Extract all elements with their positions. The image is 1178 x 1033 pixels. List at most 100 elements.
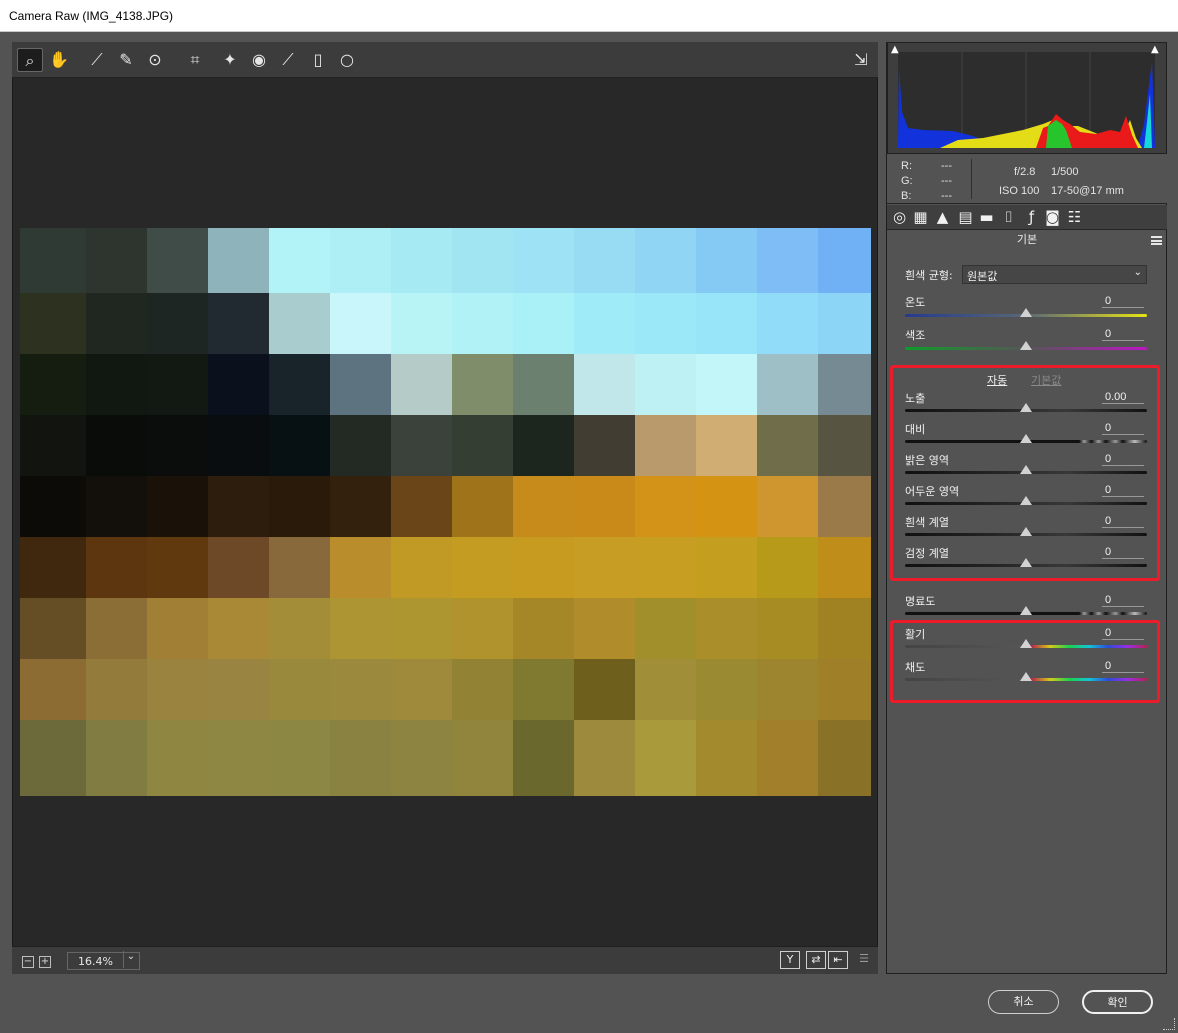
detail-tab-icon[interactable]: ▲ (934, 209, 951, 226)
photo-pixel-block (818, 720, 871, 796)
tone-curve-tab-icon[interactable]: ▦ (912, 209, 929, 226)
photo-pixel-block (86, 228, 147, 293)
chevron-down-icon[interactable]: ⌄ (123, 951, 138, 968)
resize-grip-icon[interactable] (1163, 1018, 1175, 1030)
swap-before-after-button[interactable]: ⇄ (806, 951, 826, 969)
color-sampler-tool-icon[interactable]: ✎ (113, 48, 139, 72)
photo-pixel-block (696, 228, 757, 293)
photo-pixel-block (513, 228, 574, 293)
photo-pixel-block (20, 720, 86, 796)
presets-tab-icon[interactable]: ☷ (1066, 209, 1083, 226)
auto-link[interactable]: 자동 (987, 372, 1007, 388)
split-toning-tab-icon[interactable]: ▬ (978, 209, 995, 226)
slider-thumb[interactable] (1020, 558, 1032, 567)
ok-button[interactable]: 확인 (1082, 990, 1153, 1014)
photo-pixel-block (452, 415, 513, 476)
crop-tool-icon[interactable]: ⌗ (182, 48, 208, 72)
vibrance-value[interactable]: 0 (1102, 627, 1144, 640)
camera-calibration-tab-icon[interactable]: ◙ (1044, 209, 1061, 226)
panel-menu-icon[interactable] (1151, 236, 1162, 245)
adjustment-brush-tool-icon[interactable]: ⟋ (275, 48, 301, 72)
slider-thumb[interactable] (1020, 434, 1032, 443)
iso: ISO 100 (999, 185, 1040, 197)
histogram-graph (898, 52, 1155, 148)
photo-pixel-block (20, 354, 86, 415)
zoom-in-button[interactable]: + (39, 956, 51, 968)
photo-pixel-block (818, 415, 871, 476)
targeted-adjustment-tool-icon[interactable]: ⊙ (142, 48, 168, 72)
viewer-bottom-bar: − + 16.4% ⌄ Y ⇄ ⇤ ☰ (12, 946, 878, 974)
photo-pixel-block (635, 293, 696, 354)
temperature-value[interactable]: 0 (1102, 295, 1144, 308)
slider-thumb[interactable] (1020, 606, 1032, 615)
shadow-clipping-icon[interactable]: ▲ (891, 44, 899, 55)
basic-tab-icon[interactable]: ◎ (891, 209, 908, 226)
blacks-value[interactable]: 0 (1102, 546, 1144, 559)
default-link[interactable]: 기본값 (1031, 372, 1061, 388)
photo-pixel-block (818, 293, 871, 354)
tint-value[interactable]: 0 (1102, 328, 1144, 341)
whites-value[interactable]: 0 (1102, 515, 1144, 528)
blue-readout: B: --- (901, 190, 952, 202)
slider-thumb[interactable] (1020, 465, 1032, 474)
pixelated-photo-preview[interactable] (20, 228, 871, 796)
photo-pixel-block (818, 476, 871, 537)
photo-pixel-block (635, 720, 696, 796)
zoom-tool-icon[interactable]: ⌕ (17, 48, 43, 72)
slider-thumb[interactable] (1020, 527, 1032, 536)
slider-thumb[interactable] (1020, 308, 1032, 317)
photo-pixel-block (574, 415, 635, 476)
photo-pixel-block (635, 415, 696, 476)
slider-thumb[interactable] (1020, 403, 1032, 412)
photo-pixel-block (757, 476, 818, 537)
tint-label: 색조 (905, 329, 926, 342)
photo-pixel-block (147, 415, 208, 476)
hsl-tab-icon[interactable]: ▤ (957, 209, 974, 226)
saturation-value[interactable]: 0 (1102, 660, 1144, 673)
slider-thumb[interactable] (1020, 496, 1032, 505)
highlights-label: 밝은 영역 (905, 454, 949, 467)
zoom-out-button[interactable]: − (22, 956, 34, 968)
slider-thumb[interactable] (1020, 341, 1032, 350)
photo-pixel-block (574, 598, 635, 659)
white-balance-select[interactable]: 원본값 ⌄ (962, 265, 1147, 284)
photo-pixel-block (391, 354, 452, 415)
photo-pixel-block (208, 228, 269, 293)
photo-pixel-block (635, 354, 696, 415)
white-balance-tool-icon[interactable]: ⟋ (84, 48, 110, 72)
export-icon[interactable]: ⇲ (848, 48, 874, 72)
photo-pixel-block (757, 293, 818, 354)
settings-toggle-icon[interactable]: ☰ (854, 951, 874, 969)
slider-thumb[interactable] (1020, 672, 1032, 681)
slider-thumb[interactable] (1020, 639, 1032, 648)
photo-pixel-block (513, 659, 574, 720)
red-eye-tool-icon[interactable]: ◉ (246, 48, 272, 72)
shadows-value[interactable]: 0 (1102, 484, 1144, 497)
blacks-label: 검정 계열 (905, 547, 949, 560)
lens-tab-icon[interactable]: ⌷ (1000, 209, 1017, 226)
photo-pixel-block (757, 720, 818, 796)
highlight-clipping-icon[interactable]: ▲ (1151, 44, 1159, 55)
photo-pixel-block (269, 659, 330, 720)
contrast-value[interactable]: 0 (1102, 422, 1144, 435)
temperature-label: 온도 (905, 296, 926, 309)
photo-pixel-block (391, 228, 452, 293)
clarity-value[interactable]: 0 (1102, 594, 1144, 607)
before-after-view-button[interactable]: Y (780, 951, 800, 969)
photo-pixel-block (818, 228, 871, 293)
photo-pixel-block (818, 659, 871, 720)
highlights-value[interactable]: 0 (1102, 453, 1144, 466)
photo-pixel-block (574, 228, 635, 293)
hand-tool-icon[interactable]: ✋ (46, 48, 72, 72)
photo-pixel-block (391, 720, 452, 796)
copy-settings-button[interactable]: ⇤ (828, 951, 848, 969)
photo-pixel-block (208, 415, 269, 476)
exposure-value[interactable]: 0.00 (1102, 391, 1144, 404)
spot-removal-tool-icon[interactable]: ✦ (217, 48, 243, 72)
cancel-button[interactable]: 취소 (988, 990, 1059, 1014)
photo-pixel-block (696, 720, 757, 796)
graduated-filter-tool-icon[interactable]: ▯ (305, 48, 331, 72)
effects-tab-icon[interactable]: ƒ (1023, 209, 1040, 226)
radial-filter-tool-icon[interactable]: ○ (334, 48, 360, 72)
photo-pixel-block (757, 537, 818, 598)
